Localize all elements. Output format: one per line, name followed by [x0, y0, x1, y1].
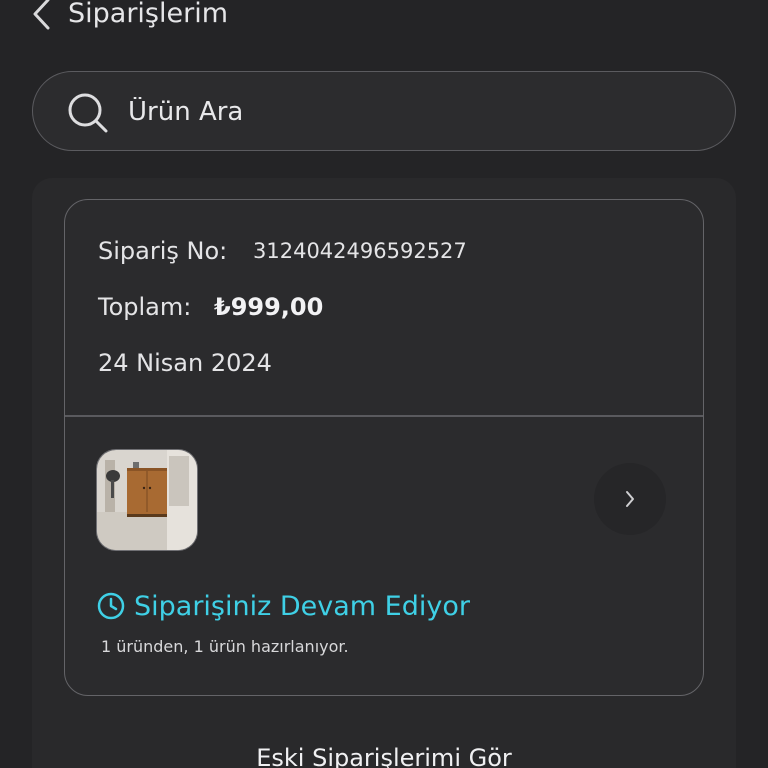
card-divider — [65, 415, 703, 417]
chevron-right-icon — [626, 491, 634, 507]
order-no-value: 3124042496592527 — [253, 239, 467, 263]
total-value: ₺999,00 — [214, 293, 324, 321]
back-button[interactable] — [22, 0, 62, 34]
order-status: Siparişiniz Devam Ediyor — [96, 587, 470, 625]
search-input[interactable] — [128, 92, 708, 132]
search-icon — [68, 93, 108, 133]
header: Siparişlerim — [0, 0, 768, 34]
page-title: Siparişlerim — [68, 0, 229, 29]
chevron-left-icon — [33, 0, 50, 30]
total-label: Toplam: — [98, 293, 192, 321]
status-text: Siparişiniz Devam Ediyor — [134, 590, 470, 622]
order-date: 24 Nisan 2024 — [98, 349, 272, 377]
wooden-shoe-cabinet-image — [97, 450, 197, 550]
status-detail: 1 üründen, 1 ürün hazırlanıyor. — [101, 637, 349, 656]
clock-icon — [97, 592, 125, 620]
orders-screen: Siparişlerim Sipariş No: 312404249659252… — [0, 0, 768, 768]
order-detail-button[interactable] — [594, 463, 666, 535]
order-no-label: Sipariş No: — [98, 237, 228, 265]
product-thumbnail[interactable] — [96, 449, 198, 551]
old-orders-button[interactable]: Eski Siparişlerimi Gör — [0, 744, 768, 768]
